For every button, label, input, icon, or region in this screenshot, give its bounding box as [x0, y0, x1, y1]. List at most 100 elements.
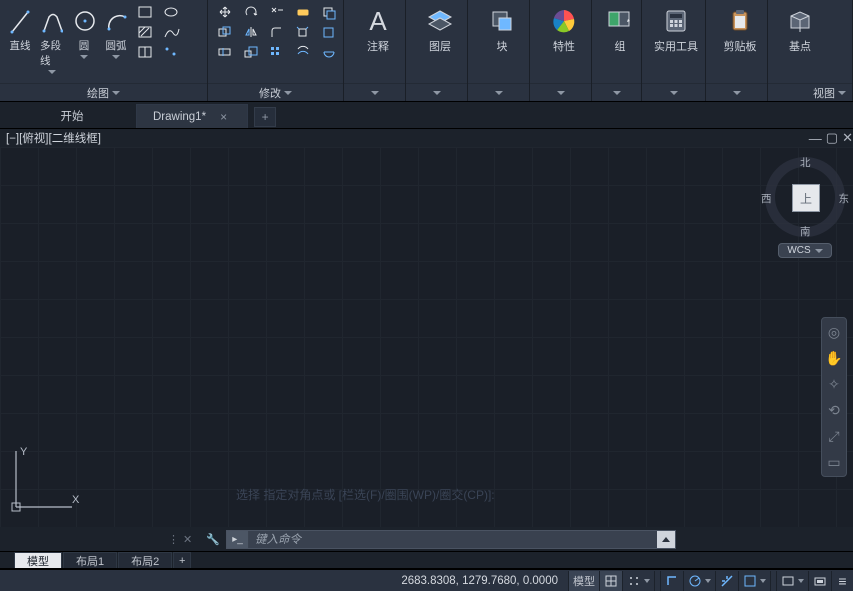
- mod-stretch-button[interactable]: [213, 44, 237, 61]
- draw-line-label: 直线: [10, 38, 31, 53]
- nav-fullnav-icon[interactable]: ◎: [825, 323, 843, 341]
- mod-explode-button[interactable]: [291, 24, 315, 41]
- group-button[interactable]: 组: [596, 2, 644, 56]
- ribbon-panel-base: 基点 视图: [768, 0, 853, 101]
- draw-line-button[interactable]: 直线: [4, 2, 36, 55]
- nav-pan-icon[interactable]: ✋: [825, 349, 843, 367]
- mod-copy-button[interactable]: [213, 24, 237, 41]
- cmd-handle[interactable]: ⋮✕ 🔧: [168, 533, 220, 546]
- ribbon-panel-layers: 图层: [406, 0, 468, 101]
- mod-draworder-button[interactable]: [317, 4, 341, 21]
- layout-tab-2[interactable]: 布局2: [118, 552, 172, 568]
- block-button[interactable]: 块: [472, 2, 532, 56]
- viewcube-east: 东: [839, 191, 850, 206]
- status-lineweight-button[interactable]: [776, 571, 808, 591]
- props-button[interactable]: 特性: [534, 2, 594, 56]
- status-polar-button[interactable]: [683, 571, 715, 591]
- ghost-prompt: 选择 指定对角点或 [栏选(F)/圈围(WP)/圈交(CP)]:: [236, 486, 495, 503]
- ribbon-panel-props: 特性: [530, 0, 592, 101]
- layout-tabs: 模型 布局1 布局2 +: [0, 551, 853, 569]
- cmd-placeholder: 键入命令: [249, 531, 657, 547]
- mod-scale-button[interactable]: [239, 44, 263, 61]
- draw-circle-button[interactable]: 圆: [68, 2, 100, 61]
- draw-region-button[interactable]: [133, 44, 157, 61]
- tab-add-button[interactable]: +: [254, 107, 276, 127]
- svg-text:X: X: [72, 494, 80, 506]
- mod-trim-button[interactable]: [265, 4, 289, 21]
- mod-erase-button[interactable]: [291, 4, 315, 21]
- ribbon-panel-draw: 直线 多段线 圆 圆弧: [0, 0, 208, 101]
- viewcube-top-face[interactable]: 上: [792, 184, 820, 212]
- document-tabs: 开始 Drawing1*× +: [0, 102, 853, 129]
- viewport-minimize-icon[interactable]: —: [809, 131, 822, 146]
- status-model-button[interactable]: 模型: [568, 571, 599, 591]
- draw-hatch-button[interactable]: [133, 24, 157, 41]
- ribbon-panel-utils: 实用工具: [642, 0, 706, 101]
- clipboard-button[interactable]: 剪贴板: [710, 2, 770, 56]
- commandline-row: ⋮✕ 🔧 ▸_ 键入命令: [0, 527, 853, 551]
- viewcube[interactable]: 上 北 南 东 西: [765, 157, 845, 237]
- ribbon: 直线 多段线 圆 圆弧: [0, 0, 853, 102]
- status-osnap-button[interactable]: [738, 571, 770, 591]
- mod-fillet-button[interactable]: [265, 24, 289, 41]
- mod-array-button[interactable]: [265, 44, 289, 61]
- mod-measure-button[interactable]: [317, 44, 341, 61]
- status-customize-button[interactable]: ≡: [831, 571, 853, 591]
- draw-arc-label: 圆弧: [106, 38, 127, 53]
- ribbon-panel-clipboard: 剪贴板: [706, 0, 768, 101]
- ribbon-panel-block: 块: [468, 0, 530, 101]
- draw-point-button[interactable]: [159, 44, 183, 61]
- nav-steering-icon[interactable]: ▭: [825, 453, 843, 471]
- draw-polyline-label: 多段线: [40, 38, 64, 68]
- viewport-maximize-icon[interactable]: ▢: [826, 130, 838, 146]
- viewport-label[interactable]: [−][俯视][二维线框]: [6, 130, 805, 146]
- cmd-prompt-icon: ▸_: [227, 531, 249, 548]
- annotate-button[interactable]: A 注释: [348, 2, 408, 56]
- status-ortho-button[interactable]: [660, 571, 683, 591]
- viewcube-north: 北: [800, 155, 811, 170]
- tab-start[interactable]: 开始: [14, 104, 134, 128]
- ribbon-panel-modify: 修改: [208, 0, 344, 101]
- tab-close-icon[interactable]: ×: [220, 110, 227, 124]
- ribbon-panel-annotate: A 注释: [344, 0, 406, 101]
- command-input[interactable]: ▸_ 键入命令: [226, 530, 676, 549]
- nav-showmotion-icon[interactable]: ⤢: [825, 427, 843, 445]
- ribbon-panel-group: 组: [592, 0, 642, 101]
- ucs-icon: Y X: [6, 441, 82, 517]
- cmd-history-dropdown[interactable]: [657, 531, 675, 548]
- draw-rect-button[interactable]: [133, 4, 157, 21]
- mod-move-button[interactable]: [213, 4, 237, 21]
- draw-polyline-button[interactable]: 多段线: [36, 2, 68, 76]
- navigation-bar: ◎ ✋ ✧ ⟲ ⤢ ▭: [821, 317, 847, 477]
- status-coordinates[interactable]: 2683.8308, 1279.7680, 0.0000: [401, 575, 558, 587]
- layout-tab-add[interactable]: +: [173, 552, 191, 568]
- mod-rotate-button[interactable]: [239, 4, 263, 21]
- ribbon-panel-modify-title[interactable]: 修改: [208, 83, 343, 101]
- draw-arc-button[interactable]: 圆弧: [100, 2, 132, 61]
- status-workspace-button[interactable]: [808, 571, 831, 591]
- draw-ellipse-button[interactable]: [159, 4, 183, 21]
- status-otrack-button[interactable]: [715, 571, 738, 591]
- layout-tab-1[interactable]: 布局1: [63, 552, 117, 568]
- status-snap-button[interactable]: [622, 571, 654, 591]
- draw-spline-button[interactable]: [159, 24, 183, 41]
- mod-offset-button[interactable]: [291, 44, 315, 61]
- mod-mirror-button[interactable]: [239, 24, 263, 41]
- drawing-canvas[interactable]: Y X 上 北 南 东 西 WCS ◎ ✋ ✧ ⟲ ⤢ ▭ 选择 指定对角点或 …: [0, 147, 853, 527]
- viewport-label-bar: [−][俯视][二维线框] — ▢ ✕: [0, 129, 853, 147]
- cmd-settings-icon[interactable]: 🔧: [206, 533, 220, 546]
- basepoint-button[interactable]: 基点: [772, 2, 828, 56]
- nav-orbit-icon[interactable]: ⟲: [825, 401, 843, 419]
- wcs-tag[interactable]: WCS: [778, 243, 831, 258]
- mod-align-button[interactable]: [317, 24, 341, 41]
- nav-zoom-icon[interactable]: ✧: [825, 375, 843, 393]
- layout-tab-model[interactable]: 模型: [14, 552, 62, 568]
- status-grid-button[interactable]: [599, 571, 622, 591]
- viewcube-west: 西: [761, 191, 772, 206]
- layers-button[interactable]: 图层: [410, 2, 470, 56]
- viewport-close-icon[interactable]: ✕: [842, 130, 853, 146]
- ribbon-panel-view-title[interactable]: 视图: [768, 83, 852, 101]
- ribbon-panel-draw-title[interactable]: 绘图: [0, 83, 207, 101]
- tab-drawing1[interactable]: Drawing1*×: [136, 104, 248, 128]
- utils-button[interactable]: 实用工具: [646, 2, 706, 56]
